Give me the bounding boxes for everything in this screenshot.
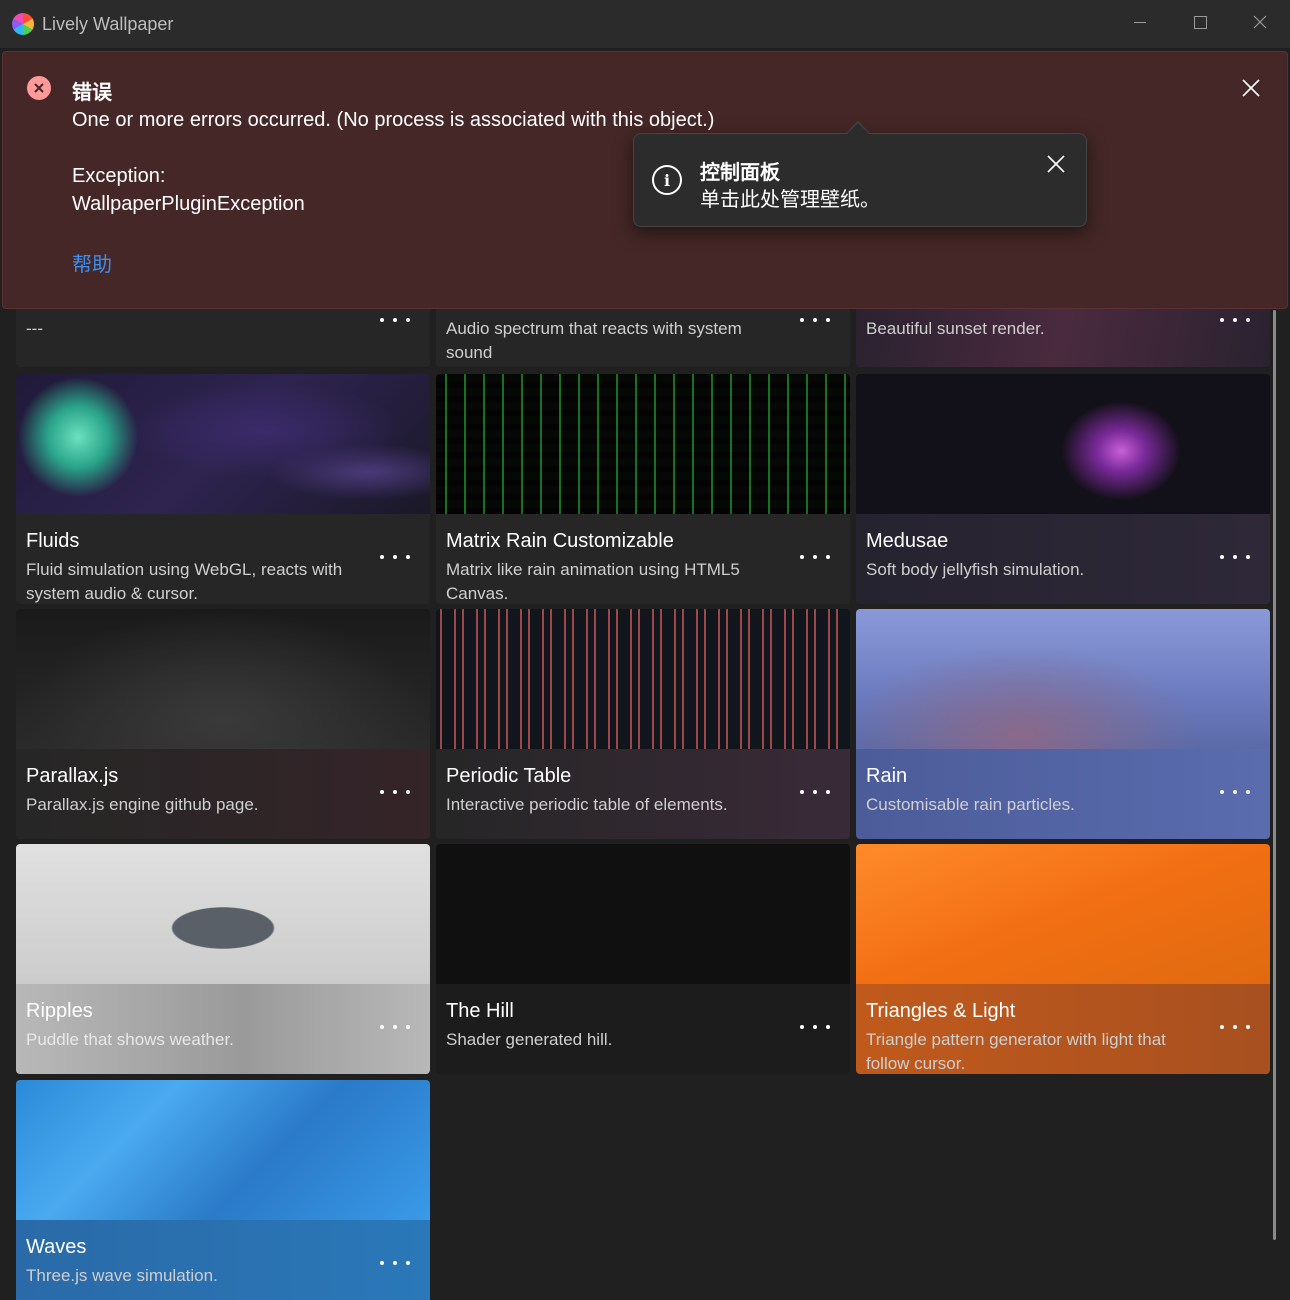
error-title: 错误 <box>72 82 112 104</box>
card-info: Periodic Table Interactive periodic tabl… <box>436 749 850 839</box>
help-link[interactable]: 帮助 <box>72 248 112 277</box>
more-options-button[interactable] <box>1220 552 1250 562</box>
more-options-button[interactable] <box>1220 787 1250 797</box>
card-title: Fluids <box>26 530 80 552</box>
maximize-button[interactable] <box>1170 0 1230 44</box>
error-message: One or more errors occurred. (No process… <box>72 109 715 131</box>
wallpaper-card-the-hill[interactable]: The Hill Shader generated hill. <box>436 844 850 1074</box>
card-description: Fluid simulation using WebGL, reacts wit… <box>26 560 343 603</box>
wallpaper-card-matrix-rain[interactable]: Matrix Rain Customizable Matrix like rai… <box>436 374 850 604</box>
window-title: Lively Wallpaper <box>42 14 174 34</box>
card-info: Triangles & Light Triangle pattern gener… <box>856 984 1270 1074</box>
more-options-button[interactable] <box>800 1022 830 1032</box>
card-info: The Hill Shader generated hill. <box>436 984 850 1074</box>
wallpaper-card-fluids[interactable]: Fluids Fluid simulation using WebGL, rea… <box>16 374 430 604</box>
card-title: Parallax.js <box>26 765 119 787</box>
card-description: Triangle pattern generator with light th… <box>866 1030 1166 1073</box>
card-description: Shader generated hill. <box>446 1030 613 1049</box>
card-title: Rain <box>866 765 908 787</box>
maximize-icon <box>1193 15 1207 29</box>
more-options-button[interactable] <box>380 787 410 797</box>
error-close-button[interactable] <box>1237 74 1265 102</box>
card-title: Periodic Table <box>446 765 572 787</box>
more-options-button[interactable] <box>1220 1022 1250 1032</box>
teaching-tip: i 控制面板 单击此处管理壁纸。 <box>633 133 1087 227</box>
close-icon <box>1253 15 1267 29</box>
card-thumbnail <box>856 844 1270 984</box>
card-info: Rain Customisable rain particles. <box>856 749 1270 839</box>
card-description: Matrix like rain animation using HTML5 C… <box>446 560 740 603</box>
wallpaper-card-ripples[interactable]: Ripples Puddle that shows weather. <box>16 844 430 1074</box>
more-options-button[interactable] <box>380 1258 410 1268</box>
card-info: Ripples Puddle that shows weather. <box>16 984 430 1074</box>
close-window-button[interactable] <box>1230 0 1290 44</box>
card-description: Audio spectrum that reacts with system s… <box>446 319 742 362</box>
card-title: Waves <box>26 1236 87 1258</box>
card-thumbnail <box>436 609 850 749</box>
card-description: --- <box>26 319 43 338</box>
minimize-icon <box>1134 21 1146 23</box>
card-description: Three.js wave simulation. <box>26 1266 218 1285</box>
card-info: Waves Three.js wave simulation. <box>16 1220 430 1300</box>
wallpaper-card-triangles-light[interactable]: Triangles & Light Triangle pattern gener… <box>856 844 1270 1074</box>
card-description: Interactive periodic table of elements. <box>446 795 728 814</box>
wallpaper-card-waves[interactable]: Waves Three.js wave simulation. <box>16 1080 430 1300</box>
more-options-button[interactable] <box>800 787 830 797</box>
more-options-button[interactable] <box>1220 315 1250 325</box>
card-description: Parallax.js engine github page. <box>26 795 259 814</box>
app-logo-icon <box>12 13 34 35</box>
close-icon <box>1242 79 1260 97</box>
more-options-button[interactable] <box>800 315 830 325</box>
card-thumbnail <box>16 1080 430 1220</box>
title-bar: Lively Wallpaper <box>0 0 1290 48</box>
scrollbar[interactable] <box>1273 310 1276 1240</box>
more-options-button[interactable] <box>800 552 830 562</box>
tip-arrow-fill <box>847 123 869 134</box>
card-thumbnail <box>436 844 850 984</box>
error-icon <box>27 76 51 100</box>
minimize-button[interactable] <box>1110 0 1170 44</box>
wallpaper-card-medusae[interactable]: Medusae Soft body jellyfish simulation. <box>856 374 1270 604</box>
card-description: Customisable rain particles. <box>866 795 1075 814</box>
exception-name: WallpaperPluginException <box>72 193 305 215</box>
card-thumbnail <box>16 609 430 749</box>
card-title: Triangles & Light <box>866 1000 1016 1022</box>
card-thumbnail <box>16 374 430 514</box>
tip-subtitle: 单击此处管理壁纸。 <box>700 189 880 211</box>
card-info: Medusae Soft body jellyfish simulation. <box>856 514 1270 604</box>
wallpaper-card-parallax[interactable]: Parallax.js Parallax.js engine github pa… <box>16 609 430 839</box>
card-title: The Hill <box>446 1000 514 1022</box>
card-title: Matrix Rain Customizable <box>446 530 674 552</box>
close-icon <box>1047 155 1065 173</box>
wallpaper-card-rain[interactable]: Rain Customisable rain particles. <box>856 609 1270 839</box>
card-info: Fluids Fluid simulation using WebGL, rea… <box>16 514 430 604</box>
info-icon: i <box>652 165 682 195</box>
card-title: Medusae <box>866 530 949 552</box>
card-thumbnail <box>436 374 850 514</box>
more-options-button[interactable] <box>380 315 410 325</box>
card-thumbnail <box>856 609 1270 749</box>
card-thumbnail <box>16 844 430 984</box>
exception-label: Exception: <box>72 165 166 187</box>
tip-title: 控制面板 <box>700 162 780 184</box>
card-thumbnail <box>856 374 1270 514</box>
card-description: Soft body jellyfish simulation. <box>866 560 1085 579</box>
app-window: --- Audio spectrum that reacts with syst… <box>0 0 1290 1300</box>
more-options-button[interactable] <box>380 1022 410 1032</box>
card-description: Puddle that shows weather. <box>26 1030 234 1049</box>
tip-close-button[interactable] <box>1042 150 1070 178</box>
card-title: Ripples <box>26 1000 93 1022</box>
card-info: Matrix Rain Customizable Matrix like rai… <box>436 514 850 604</box>
card-info: Parallax.js Parallax.js engine github pa… <box>16 749 430 839</box>
more-options-button[interactable] <box>380 552 410 562</box>
wallpaper-card-periodic-table[interactable]: Periodic Table Interactive periodic tabl… <box>436 609 850 839</box>
card-description: Beautiful sunset render. <box>866 319 1045 338</box>
